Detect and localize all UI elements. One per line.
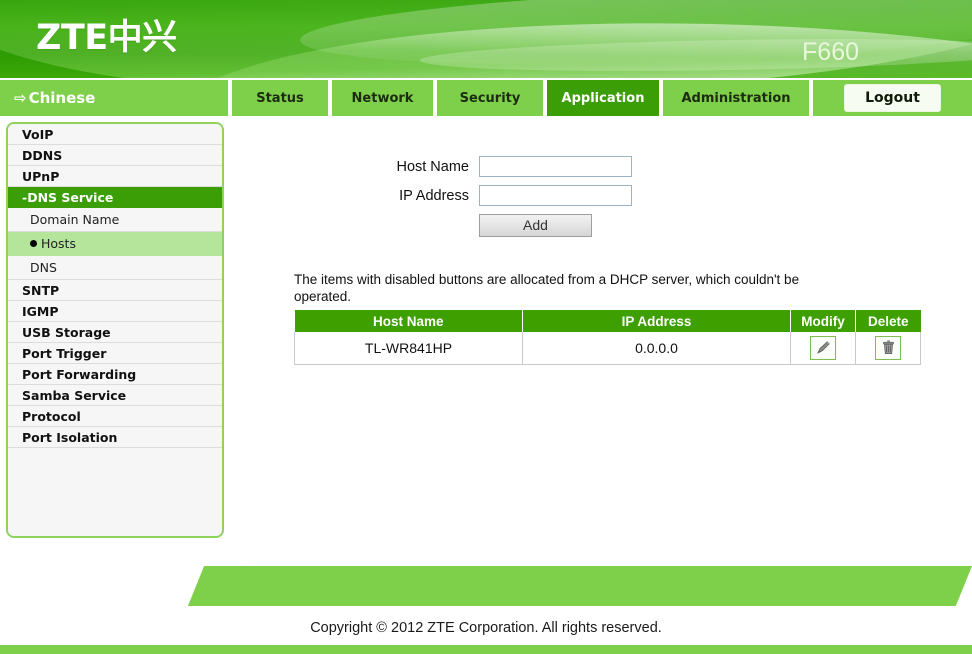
- footer-decoration-bar: [0, 566, 972, 606]
- sidebar-item-sntp[interactable]: SNTP: [8, 280, 222, 301]
- sidebar-item-label: UPnP: [22, 168, 60, 184]
- sidebar-item-label: Port Forwarding: [22, 366, 137, 382]
- sidebar-item-upnp[interactable]: UPnP: [8, 166, 222, 187]
- sidebar-item-label: Samba Service: [22, 387, 127, 403]
- modify-button[interactable]: [810, 335, 836, 360]
- bullet-icon: [30, 240, 37, 247]
- pencil-icon: [816, 341, 830, 355]
- sidebar-item-port-isolation[interactable]: Port Isolation: [8, 427, 222, 448]
- trash-icon: [882, 340, 894, 355]
- sidebar-item-label: VoIP: [22, 126, 54, 142]
- sidebar-item-hosts[interactable]: Hosts: [8, 232, 222, 256]
- sidebar-item-label: DNS: [30, 260, 57, 275]
- sidebar-menu: VoIP DDNS UPnP -DNS Service Domain Name …: [6, 122, 224, 538]
- sidebar-item-igmp[interactable]: IGMP: [8, 301, 222, 322]
- ip-address-row: IP Address: [232, 185, 966, 206]
- dhcp-notice-text: The items with disabled buttons are allo…: [294, 272, 800, 304]
- host-name-input[interactable]: [479, 156, 632, 177]
- sidebar-item-label: USB Storage: [22, 324, 111, 340]
- hosts-table: Host Name IP Address Modify Delete TL-WR…: [294, 310, 921, 365]
- sidebar-item-label: SNTP: [22, 282, 60, 298]
- column-header-host-name: Host Name: [294, 310, 523, 332]
- cell-modify: [790, 332, 856, 365]
- sidebar-item-port-trigger[interactable]: Port Trigger: [8, 343, 222, 364]
- delete-button[interactable]: [875, 335, 901, 360]
- sidebar-item-samba-service[interactable]: Samba Service: [8, 385, 222, 406]
- sidebar-item-dns[interactable]: DNS: [8, 256, 222, 280]
- sidebar-item-dns-service[interactable]: -DNS Service: [8, 187, 222, 208]
- sidebar-item-protocol[interactable]: Protocol: [8, 406, 222, 427]
- content-panel: Host Name IP Address Add The items with …: [232, 122, 966, 538]
- add-button-row: Add: [232, 214, 966, 237]
- tab-application[interactable]: Application: [547, 80, 659, 116]
- language-switch-label: Chinese: [28, 89, 96, 107]
- logout-cell: Logout: [813, 80, 972, 116]
- sidebar-item-label: -DNS Service: [22, 189, 114, 205]
- sidebar-item-label: IGMP: [22, 303, 59, 319]
- tab-application-label: Application: [561, 90, 645, 106]
- tab-security[interactable]: Security: [437, 80, 543, 116]
- table-row: TL-WR841HP 0.0.0.0: [294, 332, 921, 365]
- add-button[interactable]: Add: [479, 214, 592, 237]
- sidebar-item-usb-storage[interactable]: USB Storage: [8, 322, 222, 343]
- tab-network[interactable]: Network: [332, 80, 433, 116]
- sidebar-item-voip[interactable]: VoIP: [8, 124, 222, 145]
- host-name-label: Host Name: [396, 158, 469, 175]
- zte-logo: ZTE中兴: [36, 18, 177, 58]
- tab-status-label: Status: [256, 90, 304, 106]
- sidebar-item-label: Hosts: [41, 236, 76, 251]
- ip-address-label: IP Address: [399, 187, 469, 204]
- tab-security-label: Security: [459, 90, 521, 106]
- device-model-label: F660: [802, 38, 859, 66]
- sidebar-item-port-forwarding[interactable]: Port Forwarding: [8, 364, 222, 385]
- sidebar-item-label: Port Trigger: [22, 345, 107, 361]
- router-admin-page: ZTE中兴 F660 ⇨ Chinese Status Network Secu…: [0, 0, 972, 654]
- column-header-ip-address: IP Address: [522, 310, 791, 332]
- host-name-row: Host Name: [232, 156, 966, 177]
- header-banner: ZTE中兴 F660: [0, 0, 972, 78]
- sidebar-item-label: DDNS: [22, 147, 63, 163]
- tab-network-label: Network: [351, 90, 414, 106]
- form-spacer: [232, 214, 479, 237]
- copyright-text: Copyright © 2012 ZTE Corporation. All ri…: [310, 620, 662, 636]
- cell-delete: [855, 332, 921, 365]
- column-header-delete: Delete: [855, 310, 921, 332]
- sidebar-item-ddns[interactable]: DDNS: [8, 145, 222, 166]
- arrow-right-icon: ⇨: [14, 88, 27, 107]
- sidebar-item-label: Port Isolation: [22, 429, 118, 445]
- logout-button[interactable]: Logout: [844, 84, 941, 112]
- tab-administration-label: Administration: [681, 90, 791, 106]
- tab-administration[interactable]: Administration: [663, 80, 809, 116]
- sidebar-item-domain-name[interactable]: Domain Name: [8, 208, 222, 232]
- cell-host-name: TL-WR841HP: [294, 332, 523, 365]
- footer-bottom-strip: [0, 645, 972, 654]
- table-header-row: Host Name IP Address Modify Delete: [294, 310, 921, 332]
- language-switch-chinese[interactable]: ⇨ Chinese: [0, 80, 228, 116]
- tab-status[interactable]: Status: [232, 80, 328, 116]
- sidebar-item-label: Protocol: [22, 408, 81, 424]
- column-header-modify: Modify: [790, 310, 856, 332]
- main-navigation-bar: ⇨ Chinese Status Network Security Applic…: [0, 80, 972, 116]
- cell-ip-address: 0.0.0.0: [522, 332, 791, 365]
- footer-slant-large: [226, 566, 972, 606]
- ip-address-input[interactable]: [479, 185, 632, 206]
- add-host-form: Host Name IP Address Add: [232, 122, 966, 237]
- sidebar-item-label: Domain Name: [30, 212, 120, 227]
